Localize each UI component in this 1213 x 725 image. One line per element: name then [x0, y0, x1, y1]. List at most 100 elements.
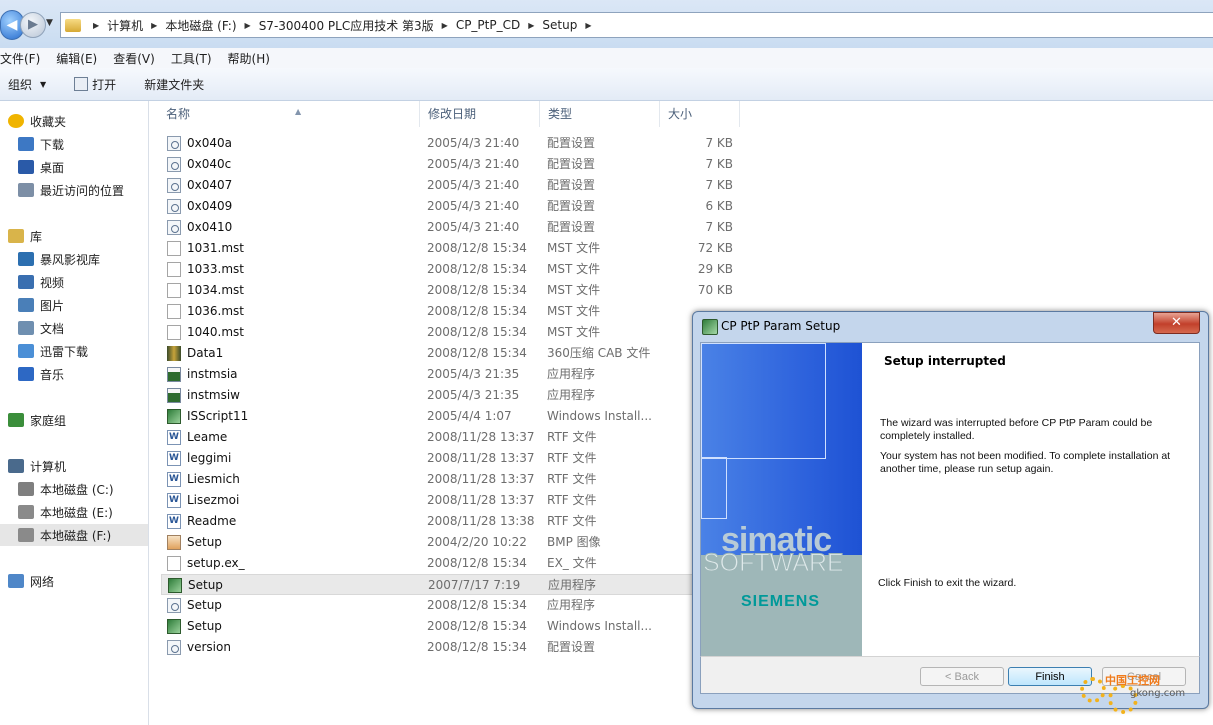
computer-icon — [8, 459, 24, 473]
file-date: 2005/4/3 21:35 — [427, 388, 520, 402]
new-folder-button[interactable]: 新建文件夹 — [144, 76, 204, 93]
sidebar-item-label: 本地磁盘 (E:) — [40, 505, 113, 520]
file-name: Lisezmoi — [187, 493, 240, 507]
breadcrumb-item[interactable]: CP_PtP_CD ▶ — [456, 18, 543, 32]
file-date: 2008/12/8 15:34 — [427, 283, 527, 297]
sidebar-item-label: 图片 — [40, 298, 65, 313]
drive-c-icon — [18, 482, 34, 496]
file-name: Leame — [187, 430, 228, 444]
sidebar-item[interactable]: 本地磁盘 (F:) — [0, 524, 148, 546]
breadcrumb[interactable]: ▶ 计算机 ▶ 本地磁盘 (F:) ▶ S7-300400 PLC应用技术 第3版 ▶… — [60, 12, 1213, 38]
dialog-message: Your system has not been modified. To co… — [880, 450, 1171, 475]
file-date: 2005/4/3 21:40 — [427, 178, 520, 192]
sidebar-item[interactable]: 家庭组 — [0, 409, 148, 431]
file-date: 2005/4/3 21:35 — [427, 367, 520, 381]
file-row[interactable]: 0x040c 2005/4/3 21:40 配置设置 7 KB — [161, 154, 801, 175]
sidebar-item[interactable]: 下载 — [0, 133, 148, 155]
menu-bar: 文件(F) 编辑(E) 查看(V) 工具(T) 帮助(H) — [0, 48, 1213, 68]
breadcrumb-item[interactable]: S7-300400 PLC应用技术 第3版 ▶ — [259, 17, 456, 34]
dialog-heading: Setup interrupted — [884, 354, 1006, 368]
sidebar-item[interactable]: 库 — [0, 225, 148, 247]
sidebar-item[interactable]: 网络 — [0, 570, 148, 592]
column-header-name[interactable]: 名称 ▲ — [158, 101, 420, 127]
file-size: 72 KB — [697, 241, 733, 255]
sidebar-item-label: 计算机 — [30, 459, 67, 474]
file-type: 应用程序 — [547, 388, 596, 402]
file-icon — [167, 304, 181, 319]
file-type: BMP 图像 — [547, 535, 601, 549]
drive-f-icon — [18, 528, 34, 542]
sidebar-item[interactable]: 收藏夹 — [0, 110, 148, 132]
sidebar-item[interactable]: 暴风影视库 — [0, 248, 148, 270]
file-name: setup.ex_ — [187, 556, 245, 570]
file-date: 2008/11/28 13:37 — [427, 451, 535, 465]
organize-button[interactable]: 组织 ▼ — [8, 76, 46, 93]
file-type: 应用程序 — [547, 367, 596, 381]
software-logo-text: SOFTWARE — [703, 549, 845, 578]
menu-tools[interactable]: 工具(T) — [171, 50, 220, 67]
file-size: 70 KB — [697, 283, 733, 297]
sidebar-item-label: 家庭组 — [30, 413, 67, 428]
sidebar-item[interactable]: 图片 — [0, 294, 148, 316]
file-row[interactable]: 0x0407 2005/4/3 21:40 配置设置 7 KB — [161, 175, 801, 196]
sidebar-item[interactable]: 最近访问的位置 — [0, 179, 148, 201]
sidebar-item-label: 下载 — [40, 137, 65, 152]
menu-file[interactable]: 文件(F) — [0, 50, 48, 67]
rtf-document-icon — [167, 430, 181, 445]
file-row[interactable]: 1033.mst 2008/12/8 15:34 MST 文件 29 KB — [161, 259, 801, 280]
back-button[interactable]: < Back — [920, 667, 1004, 686]
sidebar-item[interactable]: 迅雷下载 — [0, 340, 148, 362]
column-header-date[interactable]: 修改日期 — [420, 101, 540, 127]
sidebar-item[interactable]: 计算机 — [0, 455, 148, 477]
file-type: MST 文件 — [547, 283, 601, 297]
drive-e-icon — [18, 505, 34, 519]
column-header-type[interactable]: 类型 — [540, 101, 660, 127]
setup-app-icon — [702, 319, 718, 335]
breadcrumb-separator[interactable]: ▶ — [85, 21, 107, 30]
menu-edit[interactable]: 编辑(E) — [56, 50, 105, 67]
file-row[interactable]: 1034.mst 2008/12/8 15:34 MST 文件 70 KB — [161, 280, 801, 301]
network-icon — [8, 574, 24, 588]
dialog-title: CP PtP Param Setup — [721, 319, 841, 333]
file-row[interactable]: 1031.mst 2008/12/8 15:34 MST 文件 72 KB — [161, 238, 801, 259]
file-row[interactable]: 0x0409 2005/4/3 21:40 配置设置 6 KB — [161, 196, 801, 217]
sidebar-item[interactable]: 音乐 — [0, 363, 148, 385]
file-type: 配置设置 — [547, 178, 596, 192]
sidebar-item[interactable]: 本地磁盘 (E:) — [0, 501, 148, 523]
file-date: 2005/4/3 21:40 — [427, 199, 520, 213]
sidebar-item[interactable]: 视频 — [0, 271, 148, 293]
file-name: Liesmich — [187, 472, 240, 486]
column-header-size[interactable]: 大小 — [660, 101, 740, 127]
history-dropdown-icon[interactable]: ▼ — [46, 18, 53, 28]
breadcrumb-item[interactable]: 计算机 ▶ — [107, 17, 165, 34]
file-row[interactable]: 0x040a 2005/4/3 21:40 配置设置 7 KB — [161, 133, 801, 154]
sidebar-item-label: 收藏夹 — [30, 114, 67, 129]
file-name: 0x040a — [187, 136, 232, 150]
file-name: instmsia — [187, 367, 238, 381]
file-date: 2008/11/28 13:37 — [427, 472, 535, 486]
finish-button[interactable]: Finish — [1008, 667, 1092, 686]
menu-help[interactable]: 帮助(H) — [228, 50, 278, 67]
address-bar-area: ◀ ▶ ▼ ▶ 计算机 ▶ 本地磁盘 (F:) ▶ S7-300400 PLC应用技… — [0, 0, 1213, 48]
sidebar-item[interactable]: 文档 — [0, 317, 148, 339]
menu-view[interactable]: 查看(V) — [113, 50, 163, 67]
close-button[interactable]: ✕ — [1153, 312, 1200, 334]
file-date: 2008/12/8 15:34 — [427, 556, 527, 570]
file-size: 7 KB — [705, 157, 733, 171]
file-type: 配置设置 — [547, 220, 596, 234]
file-row[interactable]: 0x0410 2005/4/3 21:40 配置设置 7 KB — [161, 217, 801, 238]
sidebar-item-label: 本地磁盘 (F:) — [40, 528, 112, 543]
breadcrumb-item[interactable]: Setup ▶ — [542, 18, 599, 32]
breadcrumb-item[interactable]: 本地磁盘 (F:) ▶ — [165, 17, 258, 34]
sidebar-item-label: 音乐 — [40, 367, 65, 382]
open-button[interactable]: 打开 — [74, 76, 116, 93]
file-type: RTF 文件 — [547, 514, 597, 528]
file-date: 2007/7/17 7:19 — [428, 578, 521, 592]
sidebar-item[interactable]: 桌面 — [0, 156, 148, 178]
file-date: 2008/12/8 15:34 — [427, 262, 527, 276]
chevron-down-icon: ▼ — [40, 79, 47, 89]
sidebar-item-label: 暴风影视库 — [40, 252, 101, 267]
sidebar-item[interactable]: 本地磁盘 (C:) — [0, 478, 148, 500]
forward-button[interactable]: ▶ — [20, 12, 46, 38]
file-date: 2008/12/8 15:34 — [427, 304, 527, 318]
